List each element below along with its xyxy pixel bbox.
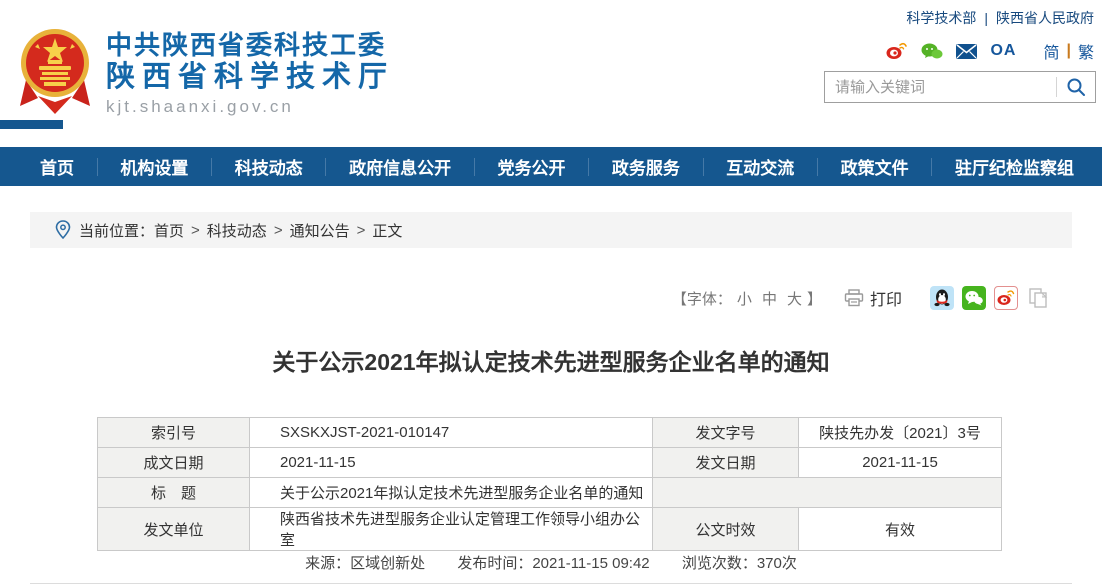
- views-value: 370次: [757, 555, 797, 572]
- doc-number-label: 发文字号: [653, 418, 799, 448]
- publish-date-label: 发文日期: [653, 448, 799, 478]
- breadcrumb-current: 正文: [372, 220, 402, 241]
- link-shaanxi-gov[interactable]: 陕西省人民政府: [996, 10, 1094, 26]
- index-value: SXSKXJST-2021-010147: [250, 418, 653, 448]
- nav-item-organization[interactable]: 机构设置: [120, 154, 188, 179]
- share-qq-icon[interactable]: [930, 286, 954, 310]
- nav-separator: [588, 158, 589, 176]
- nav-separator: [97, 158, 98, 176]
- lang-simplified[interactable]: 简: [1043, 39, 1059, 63]
- issuer-value: 陕西省技术先进型服务企业认定管理工作领导小组办公室: [250, 508, 653, 551]
- font-label-close: 】: [807, 288, 822, 309]
- article-source-line: 来源：区域创新处 发布时间：2021-11-15 09:42 浏览次数：370次: [0, 552, 1102, 573]
- page: 科学技术部 | 陕西省人民政府 中共陕西省委科技工委 陕西省科学技术厅 kjt.sh…: [0, 0, 1102, 587]
- source-segment: 来源：区域创新处: [305, 555, 425, 572]
- share-buttons: [930, 286, 1050, 310]
- font-size-control: 【字体： 小 中 大 】: [672, 288, 822, 309]
- breadcrumb-separator: >: [191, 222, 200, 239]
- nav-separator: [931, 158, 932, 176]
- breadcrumb: 当前位置： 首页 > 科技动态 > 通知公告 > 正文: [30, 212, 1072, 248]
- nav-separator: [211, 158, 212, 176]
- nav-item-gov-services[interactable]: 政务服务: [612, 154, 680, 179]
- title-label: 标 题: [98, 478, 250, 508]
- source-label: 来源：: [305, 555, 350, 572]
- font-size-medium[interactable]: 中: [762, 288, 777, 309]
- top-links-separator: |: [984, 10, 988, 26]
- nav-item-party-affairs[interactable]: 党务公开: [498, 154, 566, 179]
- link-most[interactable]: 科学技术部: [906, 10, 976, 26]
- bottom-divider: [30, 583, 1072, 584]
- views-segment: 浏览次数：370次: [682, 555, 797, 572]
- share-wechat-icon[interactable]: [962, 286, 986, 310]
- weibo-icon[interactable]: [886, 42, 908, 60]
- search-box: [824, 71, 1096, 103]
- org-name-line1: 中共陕西省委科技工委: [106, 30, 394, 60]
- lang-separator: |: [1067, 42, 1071, 60]
- table-row: 索引号 SXSKXJST-2021-010147 发文字号 陕技先办发〔2021…: [98, 418, 1002, 448]
- document-meta-table: 索引号 SXSKXJST-2021-010147 发文字号 陕技先办发〔2021…: [97, 417, 1002, 551]
- font-size-small[interactable]: 小: [737, 288, 752, 309]
- search-input[interactable]: [825, 72, 1056, 102]
- header-accent-bar: [0, 120, 63, 129]
- nav-item-discipline-inspection[interactable]: 驻厅纪检监察组: [955, 154, 1074, 179]
- wechat-icon[interactable]: [921, 42, 943, 60]
- source-value: 区域创新处: [350, 555, 425, 572]
- breadcrumb-sci-tech-news[interactable]: 科技动态: [207, 220, 267, 241]
- location-pin-icon: [55, 220, 71, 240]
- site-domain: kjt.shaanxi.gov.cn: [106, 97, 394, 117]
- article-toolbar: 【字体： 小 中 大 】 打印: [672, 285, 1050, 311]
- written-date-value: 2021-11-15: [250, 448, 653, 478]
- publish-date-value: 2021-11-15: [799, 448, 1002, 478]
- nav-item-policy-docs[interactable]: 政策文件: [841, 154, 909, 179]
- mail-icon[interactable]: [956, 44, 977, 59]
- top-links: 科学技术部 | 陕西省人民政府: [906, 8, 1094, 28]
- written-date-label: 成文日期: [98, 448, 250, 478]
- nav-separator: [703, 158, 704, 176]
- table-row: 发文单位 陕西省技术先进型服务企业认定管理工作领导小组办公室 公文时效 有效: [98, 508, 1002, 551]
- title-empty-cell: [653, 478, 1002, 508]
- oa-link[interactable]: OA: [990, 42, 1016, 60]
- printer-icon: [844, 289, 864, 307]
- breadcrumb-separator: >: [357, 222, 366, 239]
- share-weibo-icon[interactable]: [994, 286, 1018, 310]
- print-button[interactable]: 打印: [844, 286, 902, 310]
- article-title: 关于公示2021年拟认定技术先进型服务企业名单的通知: [0, 343, 1102, 377]
- breadcrumb-separator: >: [274, 222, 283, 239]
- font-size-large[interactable]: 大: [787, 288, 802, 309]
- nav-separator: [474, 158, 475, 176]
- breadcrumb-notices[interactable]: 通知公告: [290, 220, 350, 241]
- search-icon: [1066, 77, 1086, 97]
- nav-item-sci-tech-news[interactable]: 科技动态: [235, 154, 303, 179]
- pubtime-value: 2021-11-15 09:42: [532, 555, 649, 572]
- national-emblem-logo: [18, 22, 92, 114]
- nav-separator: [817, 158, 818, 176]
- doc-number-value: 陕技先办发〔2021〕3号: [799, 418, 1002, 448]
- index-label: 索引号: [98, 418, 250, 448]
- print-label: 打印: [870, 286, 902, 310]
- search-button[interactable]: [1057, 72, 1095, 102]
- validity-label: 公文时效: [653, 508, 799, 551]
- title-value: 关于公示2021年拟认定技术先进型服务企业名单的通知: [250, 478, 653, 508]
- org-name-line2: 陕西省科学技术厅: [106, 60, 394, 94]
- share-copy-icon[interactable]: [1026, 286, 1050, 310]
- validity-value: 有效: [799, 508, 1002, 551]
- main-nav: 首页 机构设置 科技动态 政府信息公开 党务公开 政务服务 互动交流 政策文件 …: [0, 147, 1102, 186]
- nav-item-home[interactable]: 首页: [40, 154, 74, 179]
- breadcrumb-prefix: 当前位置：: [79, 220, 154, 241]
- table-row: 标 题 关于公示2021年拟认定技术先进型服务企业名单的通知: [98, 478, 1002, 508]
- font-label-open: 【字体：: [672, 288, 732, 309]
- views-label: 浏览次数：: [682, 555, 757, 572]
- table-row: 成文日期 2021-11-15 发文日期 2021-11-15: [98, 448, 1002, 478]
- nav-item-interaction[interactable]: 互动交流: [726, 154, 794, 179]
- breadcrumb-home[interactable]: 首页: [154, 220, 184, 241]
- site-identity: 中共陕西省委科技工委 陕西省科学技术厅 kjt.shaanxi.gov.cn: [106, 30, 394, 117]
- lang-traditional[interactable]: 繁: [1078, 39, 1094, 63]
- issuer-label: 发文单位: [98, 508, 250, 551]
- nav-separator: [325, 158, 326, 176]
- nav-item-gov-info[interactable]: 政府信息公开: [349, 154, 451, 179]
- pubtime-segment: 发布时间：2021-11-15 09:42: [457, 555, 649, 572]
- pubtime-label: 发布时间：: [457, 555, 532, 572]
- quick-icons: OA 简 | 繁: [886, 41, 1094, 61]
- language-toggle: 简 | 繁: [1043, 39, 1094, 63]
